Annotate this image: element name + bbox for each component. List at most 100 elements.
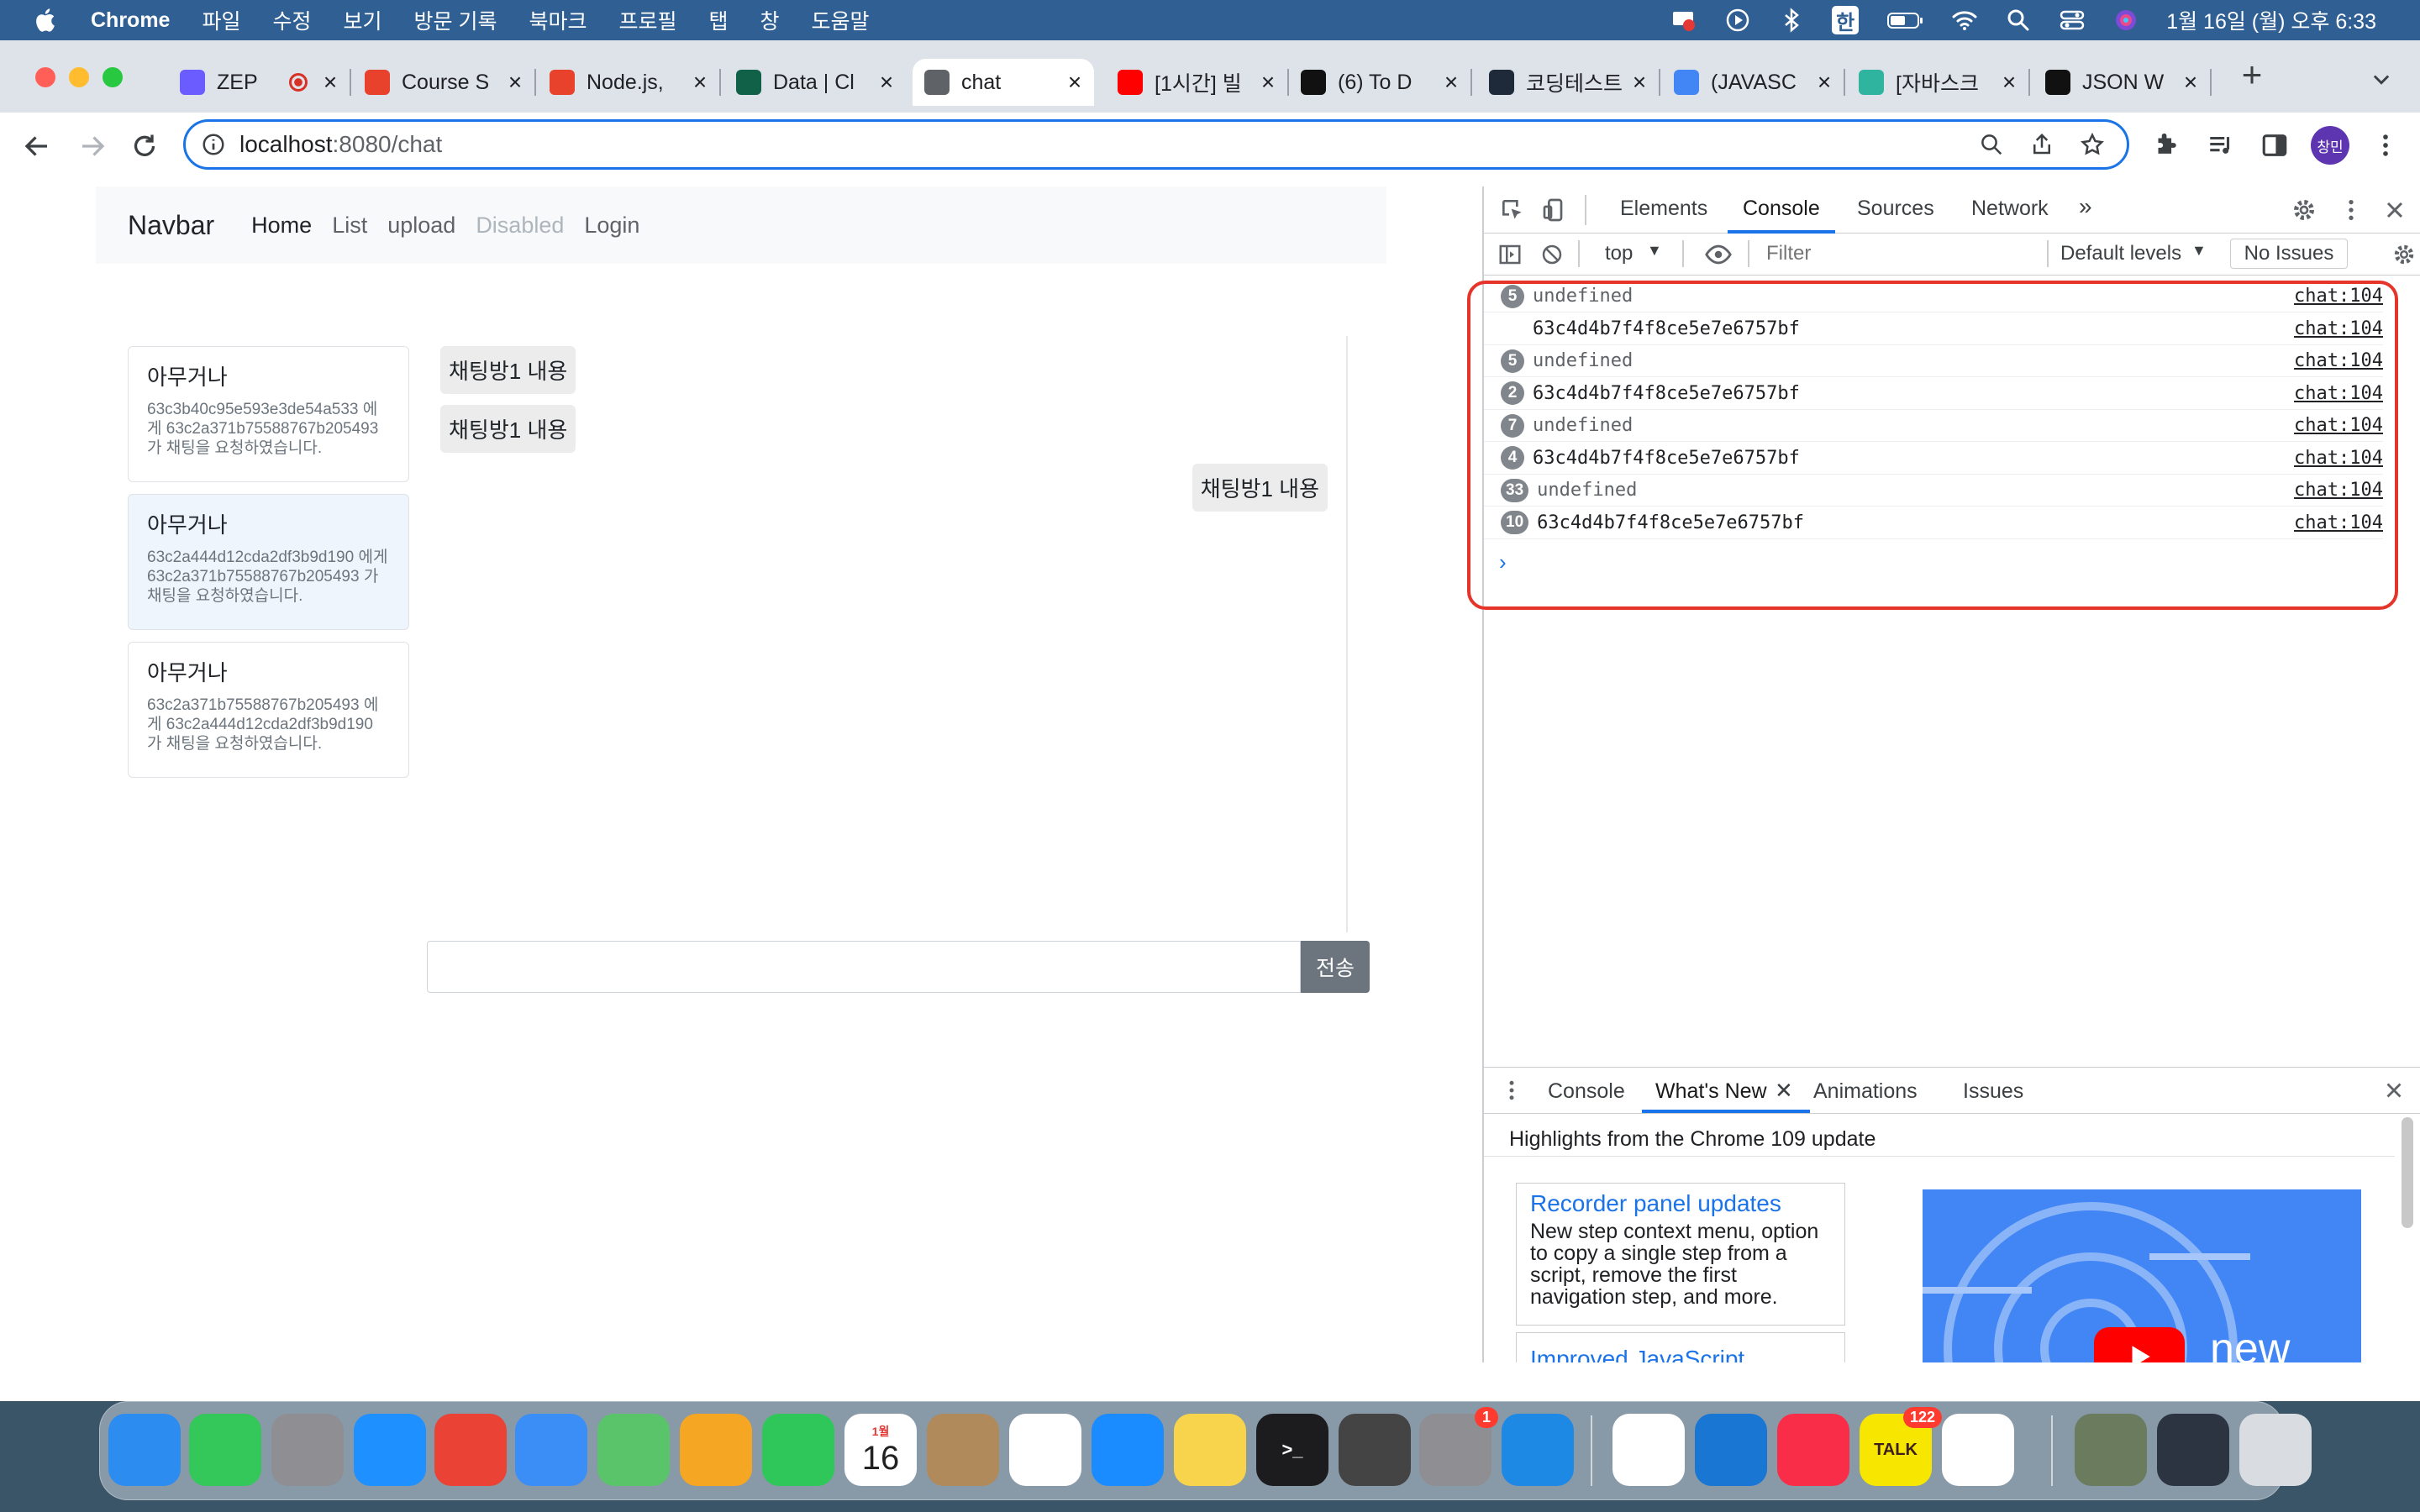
input-source-indicator[interactable]: 한 [1832,6,1860,34]
system-settings-icon[interactable]: 1 [1419,1407,1498,1486]
app-store-icon[interactable] [1092,1414,1164,1486]
back-arrow-icon[interactable] [22,131,52,161]
console-settings-gear-icon[interactable] [2391,242,2417,267]
close-tab-icon[interactable]: × [1439,69,1464,96]
drawer-tab-console[interactable]: Console [1548,1079,1625,1104]
kakaotalk-icon[interactable]: TALK 122 [1860,1407,1942,1486]
slack-icon[interactable] [1942,1414,2014,1486]
close-tab-icon[interactable]: × [1812,69,1837,96]
menu-tab[interactable]: 탭 [709,5,729,35]
zoom-icon[interactable] [1979,132,2004,157]
youtube-play-icon[interactable] [2094,1327,2185,1362]
issues-counter-button[interactable]: No Issues [2230,239,2348,269]
location-icon[interactable] [1695,1414,1767,1486]
send-button[interactable]: 전송 [1301,941,1370,993]
close-tab-icon[interactable]: × [2178,69,2203,96]
devtools-tab-elements[interactable]: Elements [1620,197,1707,221]
context-selector[interactable]: top [1605,242,1633,265]
navbar-brand[interactable]: Navbar [128,210,214,241]
menu-profile[interactable]: 프로필 [618,5,676,35]
close-tab-icon[interactable]: × [1996,69,2022,96]
chat-message-input[interactable] [427,941,1301,993]
drawer-tab-issues[interactable]: Issues [1963,1079,2023,1104]
profile-avatar[interactable]: 창민 [2311,126,2349,165]
recent-image-icon[interactable] [2075,1414,2147,1486]
pen-icon[interactable] [1612,1414,1685,1486]
whats-new-card[interactable]: Improved JavaScript debugging [1516,1332,1845,1362]
live-expression-eye-icon[interactable] [1704,240,1733,269]
browser-tab[interactable]: Node.js, × [538,59,721,106]
site-info-icon[interactable] [201,132,226,157]
nav-link-login[interactable]: Login [584,213,639,239]
drawer-scrollbar[interactable] [2402,1117,2413,1228]
terminal-icon[interactable]: >_ [1256,1414,1328,1486]
apple-menu-icon[interactable] [32,6,60,34]
close-whats-new-icon[interactable]: ✕ [1775,1078,1793,1104]
bookmark-star-icon[interactable] [2080,132,2105,157]
browser-tab[interactable]: 코딩테스트 × [1477,59,1660,106]
menu-window[interactable]: 창 [760,5,780,35]
menubar-clock[interactable]: 1월 16일 (월) 오후 6:33 [2166,5,2376,35]
play-circle-icon[interactable] [1724,7,1751,34]
battery-icon[interactable] [1886,7,1924,34]
share-icon[interactable] [2029,132,2054,157]
photos-icon[interactable] [680,1414,752,1486]
chat-message-area[interactable]: 채팅방1 내용 채팅방1 내용 채팅방1 내용 [427,336,1348,932]
whats-new-card[interactable]: Recorder panel updates New step context … [1516,1183,1845,1326]
maps-icon[interactable] [597,1414,670,1486]
tableplus-icon[interactable] [1339,1414,1411,1486]
side-panel-icon[interactable] [2260,131,2289,160]
bluetooth-icon[interactable] [1778,7,1805,34]
notes-icon[interactable] [1174,1414,1246,1486]
browser-tab[interactable]: JSON W × [2033,59,2212,106]
devtools-kebab-icon[interactable] [2338,197,2365,223]
siri-icon[interactable] [2112,7,2139,34]
chrome-menu-kebab-icon[interactable] [2371,131,2400,160]
new-tab-button[interactable]: + [2235,57,2269,92]
log-levels-dropdown[interactable]: Default levels [2060,242,2181,265]
window-close-button[interactable] [35,67,55,87]
reload-icon[interactable] [129,131,160,161]
menu-edit[interactable]: 수정 [272,5,311,35]
browser-tab[interactable]: [자바스크 × [1847,59,2030,106]
contacts-icon[interactable] [927,1414,999,1486]
close-tab-icon[interactable]: × [687,69,713,96]
browser-tab[interactable]: (6) To D × [1289,59,1472,106]
media-controls-icon[interactable] [2207,131,2235,160]
drawer-tab-whats-new[interactable]: What's New [1655,1079,1767,1104]
vscode-icon[interactable] [1502,1414,1574,1486]
close-tab-icon[interactable]: × [318,69,343,96]
close-tab-icon[interactable]: × [502,69,528,96]
close-drawer-icon[interactable] [2381,1078,2407,1103]
whats-new-video-thumbnail[interactable]: new [1923,1189,2361,1362]
close-tab-icon[interactable]: × [1255,69,1281,96]
spotlight-search-icon[interactable] [2005,7,2032,34]
whats-new-card-title[interactable]: Recorder panel updates [1530,1190,1831,1217]
music-icon[interactable] [1777,1414,1849,1486]
menu-help[interactable]: 도움말 [812,5,870,35]
close-tab-icon[interactable]: × [1062,69,1087,96]
devtools-tab-console[interactable]: Console [1743,197,1820,221]
screen-record-icon[interactable] [1670,7,1697,34]
drawer-tab-animations[interactable]: Animations [1813,1079,1918,1104]
browser-tab[interactable]: (JAVASC × [1662,59,1845,106]
menu-view[interactable]: 보기 [344,5,382,35]
devtools-tab-sources[interactable]: Sources [1857,197,1934,221]
log-levels-caret-icon[interactable]: ▼ [2191,242,2207,260]
close-tab-icon[interactable]: × [1627,69,1652,96]
launchpad-icon[interactable] [271,1414,344,1486]
window-minimize-button[interactable] [69,67,89,87]
browser-tab[interactable]: chat × [913,59,1094,106]
whats-new-card-title[interactable]: Improved JavaScript debugging [1530,1340,1831,1362]
forward-arrow-icon[interactable] [77,131,108,161]
menu-bookmarks[interactable]: 북마크 [529,5,587,35]
nav-link-home[interactable]: Home [251,213,312,239]
more-tabs-chevron-icon[interactable]: » [2079,193,2092,220]
chat-room-item[interactable]: 아무거나 63c2a444d12cda2df3b9d190 에게 63c2a37… [128,494,409,630]
clear-console-icon[interactable] [1539,242,1565,267]
settings-gear-icon[interactable] [2291,197,2317,223]
calendar-icon[interactable]: 1월 16 [844,1414,917,1486]
menu-app-name[interactable]: Chrome [91,8,170,33]
chrome-icon[interactable] [434,1414,507,1486]
trash-icon[interactable] [2239,1414,2312,1486]
